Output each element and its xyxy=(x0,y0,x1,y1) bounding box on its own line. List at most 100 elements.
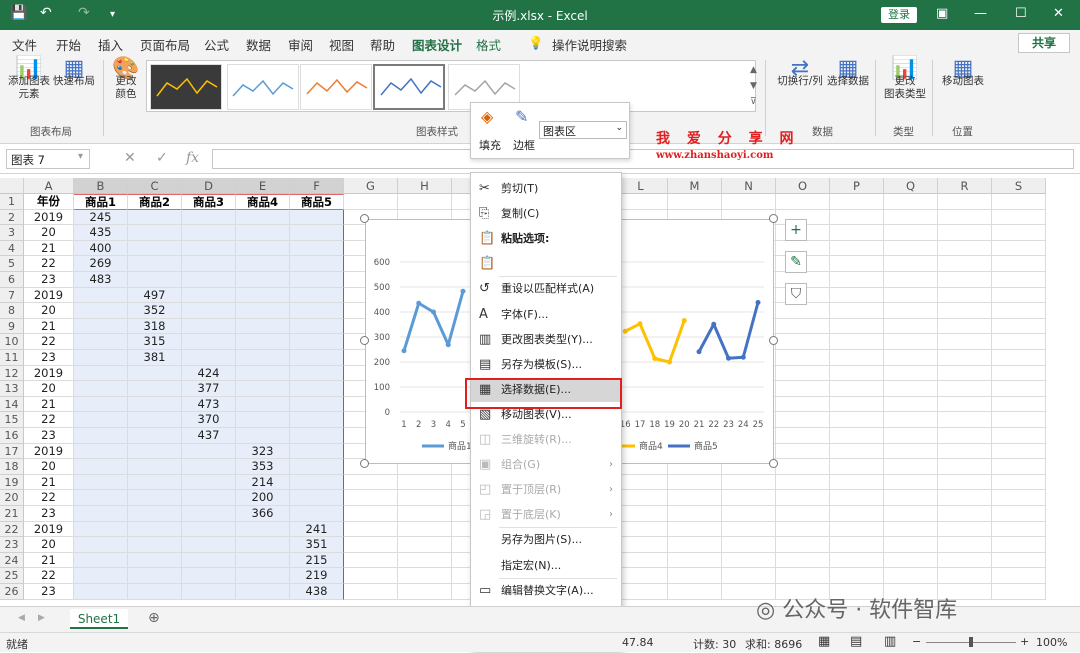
data-cell[interactable] xyxy=(236,412,290,428)
empty-cell[interactable] xyxy=(938,303,992,319)
data-cell[interactable]: 21 xyxy=(24,240,74,257)
empty-cell[interactable] xyxy=(398,521,452,538)
tab-page-layout[interactable]: 页面布局 xyxy=(140,35,190,54)
data-point[interactable] xyxy=(637,321,643,327)
add-chart-element-button[interactable]: 📊 添加图表 元素 xyxy=(8,58,50,101)
data-cell[interactable] xyxy=(236,365,290,382)
column-header-Q[interactable]: Q xyxy=(884,178,938,194)
data-cell[interactable] xyxy=(290,381,344,397)
empty-cell[interactable] xyxy=(722,490,776,506)
row-header[interactable]: 4 xyxy=(0,240,24,257)
row-header[interactable]: 1 xyxy=(0,194,24,210)
border-icon[interactable]: ✎ xyxy=(515,107,528,126)
series-line-商品5[interactable] xyxy=(697,302,760,360)
series-line-商品1[interactable] xyxy=(402,290,465,352)
context-menu-item[interactable]: ▭ 编辑替换文字(A)... xyxy=(471,577,621,603)
data-cell[interactable] xyxy=(74,412,128,428)
minimize-icon[interactable]: — xyxy=(974,6,987,21)
empty-cell[interactable] xyxy=(884,459,938,475)
data-cell[interactable] xyxy=(74,334,128,350)
tab-help[interactable]: 帮助 xyxy=(370,35,395,54)
data-cell[interactable] xyxy=(74,474,128,491)
empty-cell[interactable] xyxy=(992,303,1046,319)
data-cell[interactable]: 366 xyxy=(236,506,290,522)
data-point[interactable] xyxy=(696,349,702,355)
empty-cell[interactable] xyxy=(830,209,884,226)
empty-cell[interactable] xyxy=(992,521,1046,538)
empty-cell[interactable] xyxy=(938,318,992,335)
empty-cell[interactable] xyxy=(398,506,452,522)
empty-cell[interactable] xyxy=(614,552,668,569)
empty-cell[interactable] xyxy=(830,396,884,413)
data-point[interactable] xyxy=(681,318,687,323)
empty-cell[interactable] xyxy=(884,490,938,506)
data-cell[interactable] xyxy=(236,225,290,241)
data-cell[interactable]: 483 xyxy=(74,272,128,288)
empty-cell[interactable] xyxy=(776,412,830,428)
column-header-E[interactable]: E xyxy=(236,178,290,194)
data-cell[interactable] xyxy=(74,506,128,522)
empty-cell[interactable] xyxy=(776,568,830,584)
data-cell[interactable] xyxy=(236,287,290,304)
column-header-D[interactable]: D xyxy=(182,178,236,194)
empty-cell[interactable] xyxy=(830,428,884,444)
empty-cell[interactable] xyxy=(830,287,884,304)
empty-cell[interactable] xyxy=(668,521,722,538)
data-cell[interactable]: 2019 xyxy=(24,521,74,538)
empty-cell[interactable] xyxy=(722,568,776,584)
add-sheet-icon[interactable]: ⊕ xyxy=(148,610,160,626)
data-cell[interactable]: 214 xyxy=(236,474,290,491)
data-cell[interactable]: 22 xyxy=(24,568,74,584)
data-cell[interactable]: 473 xyxy=(182,396,236,413)
row-header[interactable]: 11 xyxy=(0,350,24,366)
empty-cell[interactable] xyxy=(344,568,398,584)
data-cell[interactable] xyxy=(236,350,290,366)
empty-cell[interactable] xyxy=(992,474,1046,491)
data-cell[interactable] xyxy=(128,506,182,522)
empty-cell[interactable] xyxy=(830,552,884,569)
tab-file[interactable]: 文件 xyxy=(12,35,37,54)
data-cell[interactable] xyxy=(290,272,344,288)
empty-cell[interactable] xyxy=(992,412,1046,428)
chart-styles-brush-icon[interactable]: ✎ xyxy=(785,251,807,273)
empty-cell[interactable] xyxy=(614,506,668,522)
context-menu-item[interactable]: ▥ 更改图表类型(Y)... xyxy=(471,328,621,352)
empty-cell[interactable] xyxy=(884,272,938,288)
empty-cell[interactable] xyxy=(992,584,1046,600)
context-menu-item[interactable]: ▤ 另存为模板(S)... xyxy=(471,353,621,377)
data-point[interactable] xyxy=(755,300,761,305)
ribbon-display-icon[interactable]: ▣ xyxy=(936,6,948,21)
empty-cell[interactable] xyxy=(938,334,992,350)
data-cell[interactable]: 2019 xyxy=(24,287,74,304)
empty-cell[interactable] xyxy=(884,568,938,584)
empty-cell[interactable] xyxy=(776,443,830,460)
data-cell[interactable] xyxy=(182,334,236,350)
empty-cell[interactable] xyxy=(830,506,884,522)
select-all-corner[interactable] xyxy=(0,178,24,194)
empty-cell[interactable] xyxy=(398,584,452,600)
data-cell[interactable]: 20 xyxy=(24,381,74,397)
data-cell[interactable]: 400 xyxy=(74,240,128,257)
empty-cell[interactable] xyxy=(668,552,722,569)
data-cell[interactable]: 2019 xyxy=(24,209,74,226)
empty-cell[interactable] xyxy=(992,334,1046,350)
share-button[interactable]: 共享 xyxy=(1018,33,1070,53)
data-cell[interactable] xyxy=(290,287,344,304)
empty-cell[interactable] xyxy=(938,381,992,397)
data-cell[interactable] xyxy=(290,303,344,319)
header-cell[interactable]: 商品2 xyxy=(128,194,182,210)
resize-handle[interactable] xyxy=(360,459,369,468)
data-cell[interactable] xyxy=(182,272,236,288)
data-cell[interactable] xyxy=(128,209,182,226)
data-cell[interactable] xyxy=(236,396,290,413)
empty-cell[interactable] xyxy=(776,537,830,553)
empty-cell[interactable] xyxy=(776,350,830,366)
data-point[interactable] xyxy=(711,321,717,327)
data-cell[interactable]: 21 xyxy=(24,474,74,491)
data-cell[interactable] xyxy=(290,412,344,428)
resize-handle[interactable] xyxy=(769,214,778,223)
row-header[interactable]: 2 xyxy=(0,209,24,226)
data-cell[interactable]: 245 xyxy=(74,209,128,226)
empty-cell[interactable] xyxy=(884,428,938,444)
data-cell[interactable] xyxy=(74,318,128,335)
